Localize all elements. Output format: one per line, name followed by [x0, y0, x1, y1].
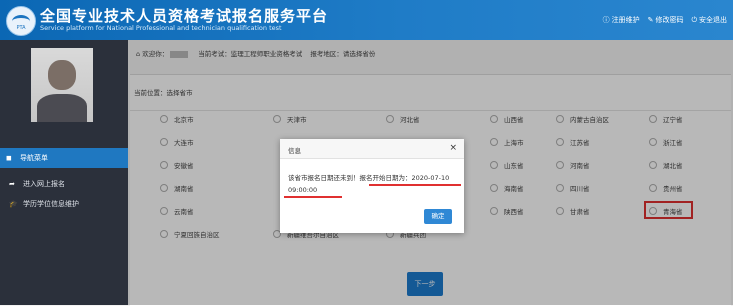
dialog-title: 信息 [288, 147, 301, 155]
platform-subtitle: Service platform for National Profession… [40, 24, 282, 32]
register-maintain-link[interactable]: ⓘ 注册维护 [603, 15, 640, 25]
info-icon: ⓘ [602, 16, 610, 24]
avatar [31, 48, 93, 122]
close-icon[interactable]: × [449, 143, 457, 153]
top-links: ⓘ 注册维护 ✎ 修改密码 ⏻ 安全退出 [603, 15, 727, 25]
logout-link[interactable]: ⏻ 安全退出 [691, 15, 727, 25]
graduation-cap-icon: 🎓 [9, 200, 18, 208]
logo-text: PTA [16, 25, 26, 31]
menu-icon: ◼ [6, 154, 12, 162]
sidebar: ◼ 导航菜单 ➦ 进入网上报名 🎓 学历学位信息维护 [0, 40, 128, 305]
header-bar: PTA 全国专业技术人员资格考试报名服务平台 Service platform … [0, 0, 733, 40]
dialog-ok-button[interactable]: 确定 [424, 209, 452, 224]
annotation-underline [369, 184, 461, 186]
platform-logo: PTA [6, 6, 36, 36]
logout-label: 安全退出 [699, 16, 727, 24]
register-maintain-label: 注册维护 [611, 16, 640, 24]
avatar-head [48, 60, 76, 90]
sidebar-item-education-info[interactable]: 🎓 学历学位信息维护 [0, 195, 128, 213]
annotation-underline [284, 196, 342, 198]
sidebar-item-label: 学历学位信息维护 [23, 200, 79, 208]
nav-menu-header[interactable]: ◼ 导航菜单 [0, 148, 128, 168]
edit-icon: ✎ [647, 16, 654, 24]
avatar-body [37, 94, 87, 122]
arrow-icon: ➦ [9, 180, 15, 188]
change-password-label: 修改密码 [655, 16, 684, 24]
sidebar-item-online-registration[interactable]: ➦ 进入网上报名 [0, 175, 128, 193]
change-password-link[interactable]: ✎ 修改密码 [648, 15, 684, 25]
sidebar-item-label: 进入网上报名 [23, 180, 65, 188]
dialog-header: 信息 × [280, 139, 464, 159]
nav-menu-title: 导航菜单 [20, 154, 49, 162]
power-icon: ⏻ [691, 15, 697, 24]
info-dialog: 信息 × 该省市报名日期还未到！报名开始日期为：2020-07-10 09:00… [280, 139, 464, 233]
platform-title: 全国专业技术人员资格考试报名服务平台 [40, 7, 329, 25]
